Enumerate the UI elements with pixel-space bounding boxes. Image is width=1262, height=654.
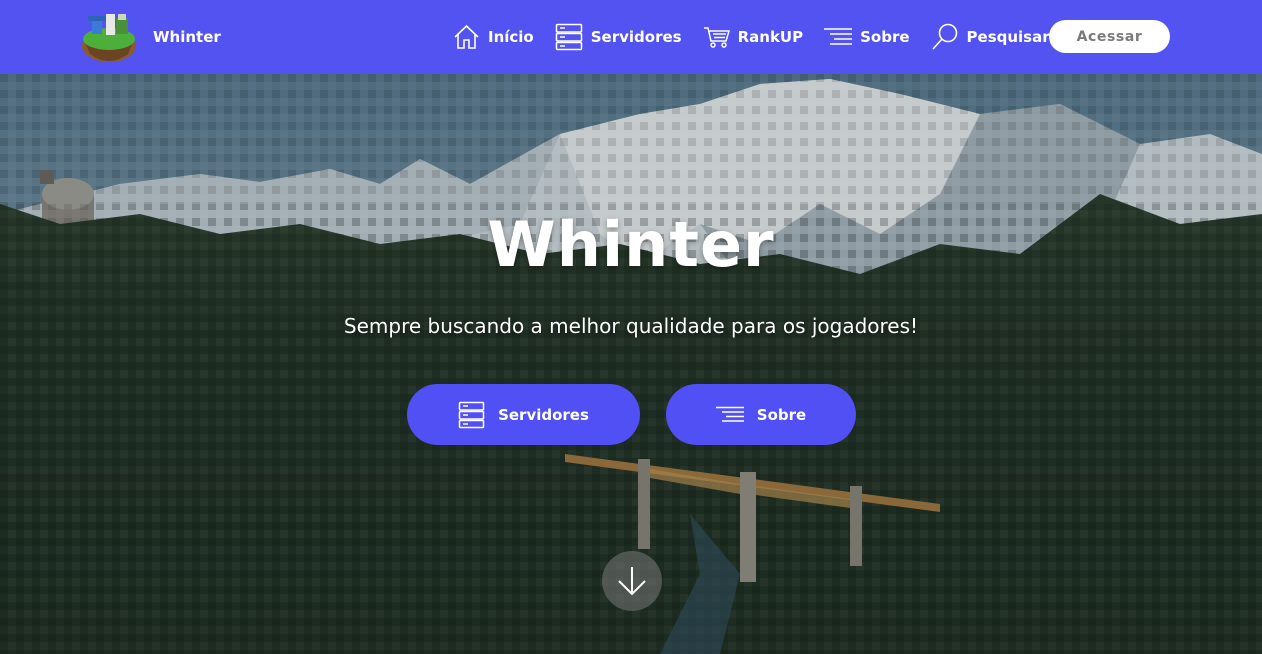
nav-item-label: Pesquisar (966, 28, 1050, 46)
main-nav: Início Servidores RankUP Sobre Pesquisar (453, 20, 1050, 54)
arrow-down-icon (618, 567, 646, 596)
hero-about-label: Sobre (756, 405, 807, 424)
scroll-down-button[interactable] (602, 551, 662, 611)
hero-section: Whinter Sempre buscando a melhor qualida… (0, 74, 1262, 654)
nav-item-pesquisar[interactable]: Pesquisar (931, 23, 1050, 51)
brand-name: Whinter (153, 28, 221, 46)
nav-item-inicio[interactable]: Início (453, 24, 534, 50)
lines-icon (715, 406, 744, 422)
hero-title: Whinter (487, 208, 775, 281)
hero-servers-label: Servidores (498, 405, 589, 424)
access-button[interactable]: Acessar (1049, 20, 1170, 53)
nav-item-rankup[interactable]: RankUP (703, 25, 804, 49)
island-logo-icon (82, 14, 136, 62)
server-icon (555, 23, 582, 51)
nav-item-label: Sobre (860, 28, 910, 46)
hero-subtitle: Sempre buscando a melhor qualidade para … (343, 314, 919, 338)
lines-icon (824, 28, 853, 45)
cart-icon (703, 27, 730, 48)
search-icon (931, 23, 957, 50)
top-navbar: Whinter Início Servidores RankUP Sobre P… (0, 0, 1262, 74)
hero-about-button[interactable]: Sobre (666, 384, 856, 445)
home-icon (454, 24, 479, 49)
nav-item-label: Início (488, 28, 534, 46)
nav-item-label: RankUP (737, 28, 804, 46)
brand[interactable]: Whinter (80, 10, 221, 64)
nav-item-label: Servidores (590, 28, 682, 46)
server-icon (458, 401, 485, 428)
hero-servers-button[interactable]: Servidores (407, 384, 640, 445)
nav-item-servidores[interactable]: Servidores (555, 23, 682, 51)
nav-item-sobre[interactable]: Sobre (824, 27, 910, 47)
